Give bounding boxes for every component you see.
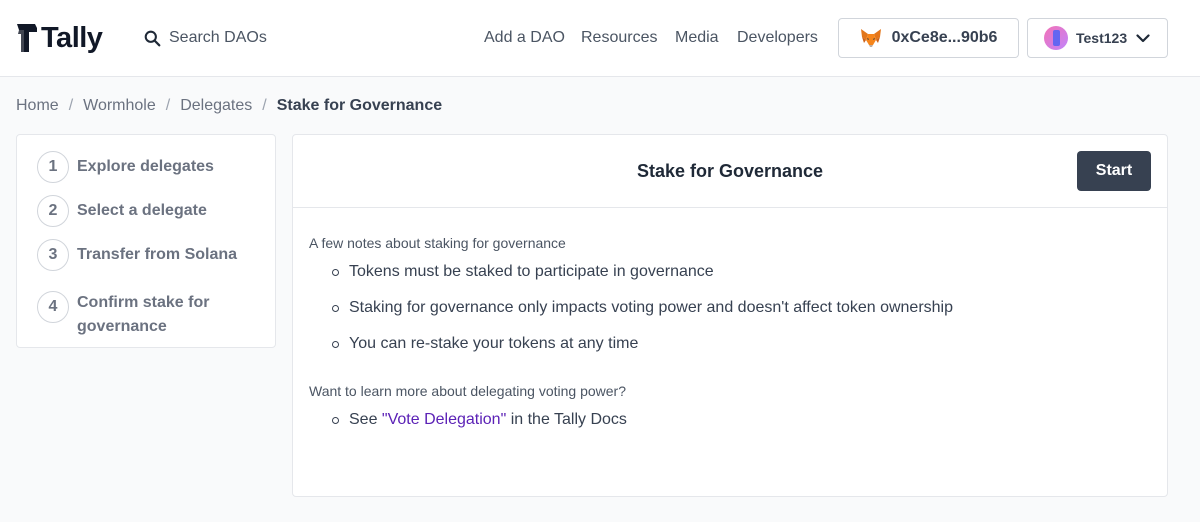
step-label: Select a delegate [77, 202, 207, 219]
bullet-dot [332, 416, 339, 424]
chevron-down-icon [1136, 33, 1150, 42]
user-name: Test123 [1076, 30, 1128, 46]
nav-resources[interactable]: Resources [581, 26, 657, 50]
card-header: Stake for Governance Start [293, 135, 1167, 208]
bullet-dot [332, 268, 339, 276]
list-item: Staking for governance only impacts voti… [332, 296, 953, 320]
breadcrumb-current: Stake for Governance [276, 97, 443, 114]
learn-prefix: See [349, 411, 382, 428]
learn-more-text: See "Vote Delegation" in the Tally Docs [349, 411, 627, 429]
step-label: Explore delegates [77, 158, 214, 175]
breadcrumb-separator: / [165, 97, 171, 114]
start-button[interactable]: Start [1077, 151, 1151, 191]
breadcrumb-wormhole[interactable]: Wormhole [83, 97, 156, 115]
breadcrumb-separator: / [68, 97, 74, 114]
step-label: Transfer from Solana [77, 246, 238, 263]
step-number: 1 [37, 151, 69, 183]
note-text: Staking for governance only impacts voti… [349, 299, 954, 316]
list-item: You can re-stake your tokens at any time [332, 332, 638, 356]
breadcrumb-home[interactable]: Home [16, 97, 59, 115]
stake-card: Stake for Governance Start A few notes a… [292, 134, 1168, 497]
bullet-dot [332, 340, 339, 348]
list-item: See "Vote Delegation" in the Tally Docs [332, 408, 627, 432]
nav-add-a-dao[interactable]: Add a DAO [484, 26, 565, 50]
step-explore-delegates: 1 Explore delegates [37, 151, 247, 183]
breadcrumb: Home / Wormhole / Delegates / Stake for … [16, 94, 442, 118]
step-number: 2 [37, 195, 69, 227]
tally-logo[interactable]: Tally [15, 20, 103, 56]
search-daos-input[interactable]: Search DAOs [144, 26, 267, 50]
card-title: Stake for Governance [636, 161, 824, 181]
note-text: You can re-stake your tokens at any time [349, 335, 639, 352]
nav-developers[interactable]: Developers [737, 26, 818, 50]
breadcrumb-delegates[interactable]: Delegates [180, 97, 252, 115]
wallet-button[interactable]: 0xCe8e...90b6 [838, 18, 1019, 58]
learn-suffix: in the Tally Docs [506, 411, 627, 428]
notes-heading: A few notes about staking for governance [309, 235, 566, 251]
user-menu-button[interactable]: Test123 [1027, 18, 1168, 58]
step-transfer-from-solana: 3 Transfer from Solana [37, 239, 247, 271]
search-icon [144, 30, 161, 46]
learn-heading: Want to learn more about delegating voti… [309, 383, 627, 399]
list-item: Tokens must be staked to participate in … [332, 260, 714, 284]
bullet-dot [332, 304, 339, 312]
step-confirm-stake: 4 Confirm stake for governance [37, 291, 247, 339]
step-number: 3 [37, 239, 69, 271]
vote-delegation-link[interactable]: "Vote Delegation" [382, 411, 506, 428]
metamask-fox-icon [860, 29, 881, 47]
step-number: 4 [37, 291, 69, 323]
step-select-delegate: 2 Select a delegate [37, 195, 247, 227]
nav-media[interactable]: Media [675, 26, 719, 50]
steps-sidebar: 1 Explore delegates 2 Select a delegate … [16, 134, 276, 348]
logo-text: Tally [41, 22, 103, 54]
wallet-address: 0xCe8e...90b6 [891, 29, 998, 46]
breadcrumb-separator: / [262, 97, 267, 114]
user-avatar [1044, 26, 1068, 50]
search-placeholder: Search DAOs [169, 29, 267, 46]
tally-logo-icon [17, 24, 37, 52]
top-header: Tally Search DAOs Add a DAO Resources Me… [0, 0, 1200, 77]
step-label: Confirm stake for governance [77, 294, 210, 335]
note-text: Tokens must be staked to participate in … [349, 263, 714, 280]
